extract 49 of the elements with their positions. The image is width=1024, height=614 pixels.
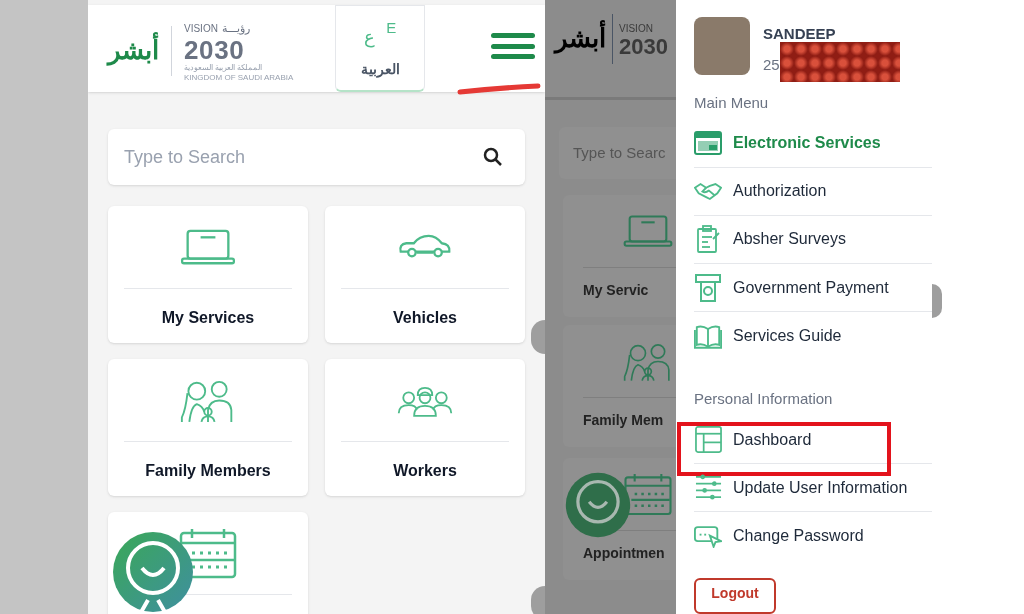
tile-label: Family Mem	[583, 411, 664, 430]
book-icon	[694, 323, 722, 349]
menu-item[interactable]: Change Password	[694, 512, 932, 561]
menu-item[interactable]: Authorization	[694, 167, 932, 216]
menu-item[interactable]: Electronic Services	[694, 119, 932, 168]
user-id: 25	[763, 54, 781, 75]
screen-cursor-icon	[694, 524, 722, 548]
section-title: Main Menu	[694, 93, 770, 113]
menu-item[interactable]: Dashboard	[694, 415, 932, 465]
tile-label: Family Members	[145, 461, 271, 481]
logout-button[interactable]: Logout	[694, 578, 776, 614]
service-tile[interactable]: Workers	[325, 359, 525, 496]
vision-word: VISION	[619, 21, 654, 36]
section-title: Personal Information	[694, 389, 834, 410]
tile-label: Workers	[393, 461, 457, 481]
vision-arabic-word: رؤيـــة	[221, 21, 250, 37]
user-name: SANDEEP	[763, 24, 836, 44]
tile-label: Appointmen	[583, 544, 665, 563]
vision-year: 2030	[619, 35, 668, 58]
layout-icon	[694, 426, 722, 453]
menu-button[interactable]	[491, 30, 535, 62]
search-field[interactable]: Type to Search	[108, 129, 525, 185]
tile-label: Vehicles	[392, 308, 457, 328]
vision-word: VISION	[184, 21, 218, 36]
clipboard-icon	[696, 225, 720, 254]
sliders-icon	[694, 474, 722, 502]
card-icon	[694, 131, 722, 156]
chat-assistant-button[interactable]	[112, 530, 194, 614]
service-tile[interactable]: Family Members	[108, 359, 308, 496]
absher-logo: أبشر	[555, 18, 606, 60]
country-name: KINGDOM OF SAUDI ARABIA	[184, 72, 294, 83]
tile-label: My Servic	[583, 281, 649, 300]
vision-year: 2030	[184, 36, 245, 63]
laptop-icon	[623, 212, 673, 250]
service-tile[interactable]: Vehicles	[325, 206, 525, 343]
absher-logo: أبشر	[108, 30, 159, 73]
atm-icon	[695, 273, 721, 302]
tile-label: My Services	[161, 308, 255, 328]
country-name-arabic: المملكة العربية السعودية	[184, 62, 264, 73]
laptop-icon	[180, 228, 236, 266]
side-handle[interactable]	[932, 284, 942, 318]
menu-item[interactable]: Services Guide	[694, 312, 932, 361]
handshake-icon	[694, 181, 722, 201]
service-tile[interactable]: My Services	[108, 206, 308, 343]
avatar-placeholder	[694, 17, 750, 75]
menu-item[interactable]: Absher Surveys	[694, 215, 932, 265]
menu-item[interactable]: Government Payment	[694, 264, 932, 313]
search-icon	[483, 147, 503, 167]
menu-item[interactable]: Update User Information	[694, 464, 932, 513]
